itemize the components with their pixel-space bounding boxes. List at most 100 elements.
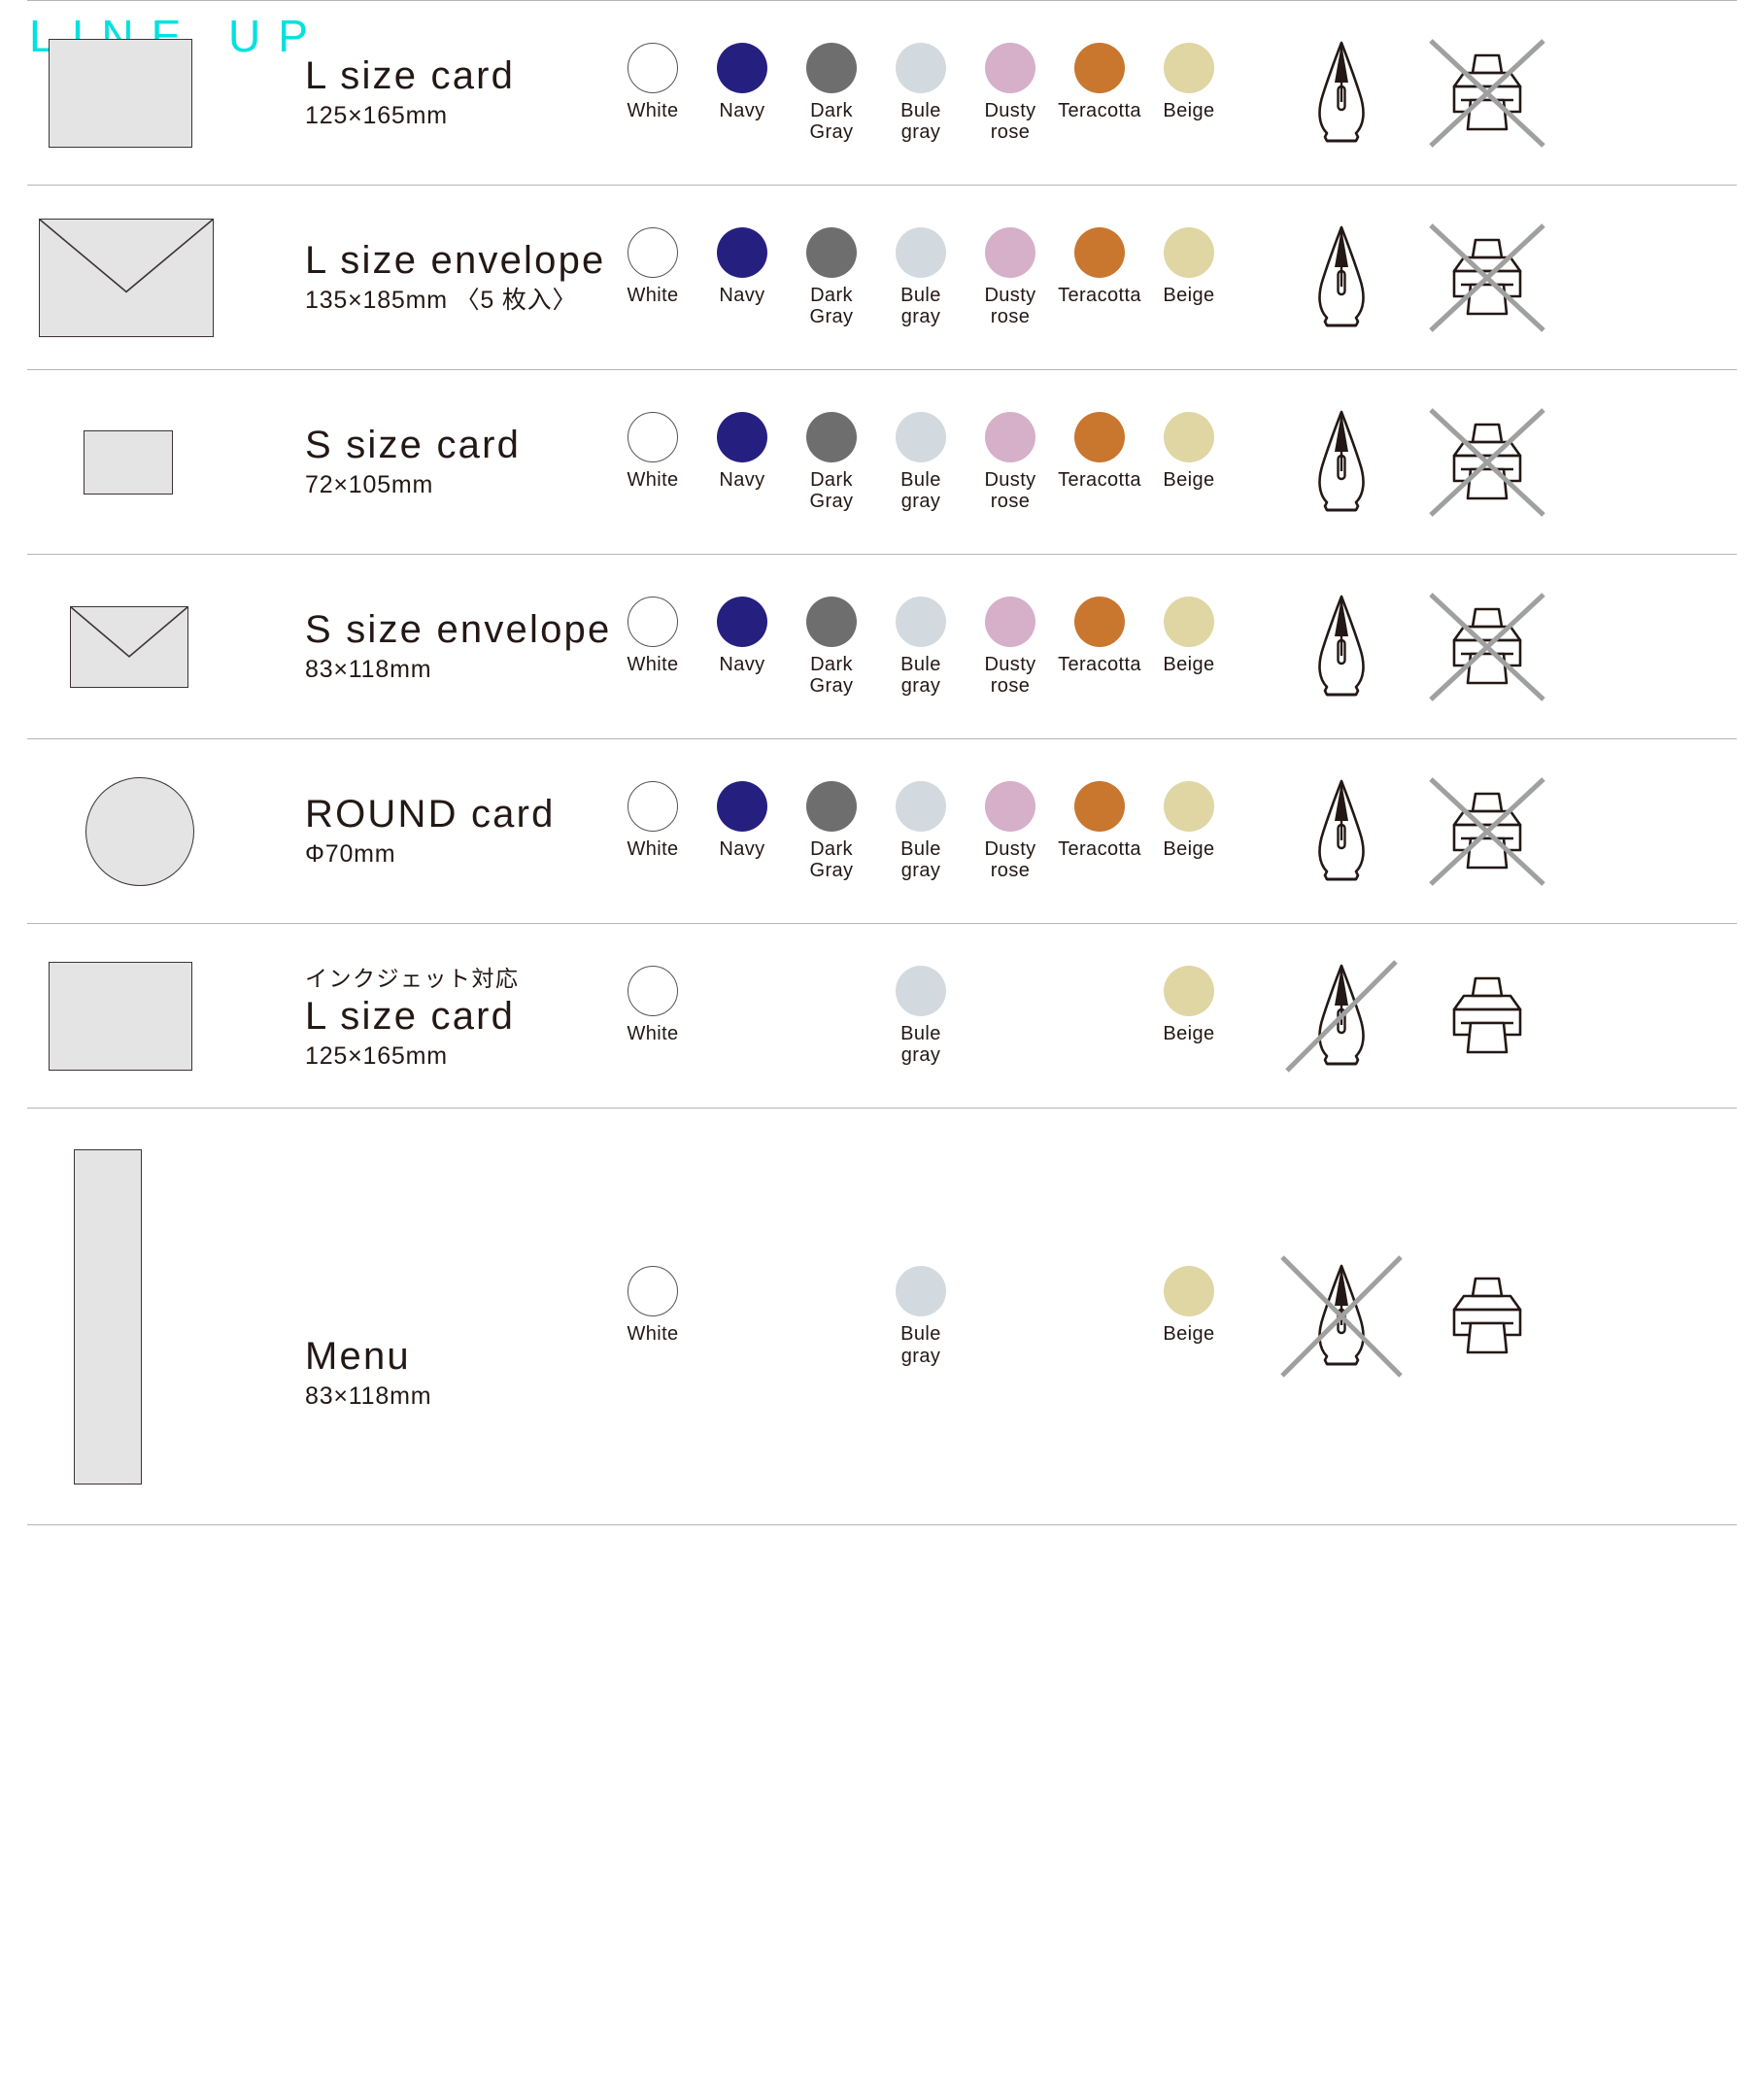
color-dot-dusty_rose [985,226,1035,278]
color-swatch-dark_gray[interactable]: Dark Gray [787,780,876,882]
color-dot-dark_gray [806,596,857,647]
color-label-dusty_rose: Dusty rose [984,653,1036,697]
color-swatch-bule_gray[interactable]: Bule gray [876,965,966,1067]
color-swatch-white[interactable]: White [608,42,697,121]
product-size: 83×118mm [305,1382,432,1411]
color-swatch-dusty_rose[interactable]: Dusty rose [966,780,1055,882]
color-swatch-teracotta[interactable]: Teracotta [1055,780,1144,860]
color-swatch-bule_gray[interactable]: Bule gray [876,411,966,513]
color-dot-navy [717,780,767,832]
compatibility-icons-cell [1230,776,1737,886]
color-dot-white [628,596,678,647]
color-swatch-navy[interactable]: Navy [697,226,787,306]
compatibility-icons-cell [1230,222,1737,332]
pen-nib-icon [1269,594,1414,700]
thumbnail-cell [27,776,291,886]
color-swatch-white[interactable]: White [608,1266,697,1345]
color-swatch-dark_gray[interactable]: Dark Gray [787,42,876,144]
color-swatch-teracotta[interactable]: Teracotta [1055,226,1144,306]
color-dot-bule_gray [896,226,946,278]
color-swatch-dusty_rose[interactable]: Dusty rose [966,226,1055,328]
color-swatch-bule_gray[interactable]: Bule gray [876,596,966,698]
color-swatch-dark_gray[interactable]: Dark Gray [787,226,876,328]
color-swatch-navy[interactable]: Navy [697,780,787,860]
color-swatch-white[interactable]: White [608,780,697,860]
row-pre-label: インクジェット対応 [305,965,520,991]
product-name: L size card [305,53,516,97]
printer-icon-disabled [1414,592,1560,701]
product-size: 125×165mm [305,1041,448,1070]
lineup-table: L size card 125×165mm White Navy Dark Gr… [0,0,1764,1525]
thumbnail-cell [27,605,291,688]
product-size: 125×165mm [305,101,448,129]
color-swatch-navy[interactable]: Navy [697,411,787,491]
color-swatch-bule_gray[interactable]: Bule gray [876,1266,966,1367]
color-label-bule_gray: Bule gray [900,1022,941,1066]
color-dot-navy [717,411,767,462]
color-swatch-beige[interactable]: Beige [1144,411,1234,491]
color-swatch-beige[interactable]: Beige [1144,596,1234,675]
disabled-cross-glyph [1429,776,1545,886]
product-name: S size envelope [305,607,612,651]
color-swatch-beige[interactable]: Beige [1144,42,1234,121]
color-swatch-dusty_rose[interactable]: Dusty rose [966,411,1055,513]
color-label-teracotta: Teracotta [1058,468,1141,491]
color-swatch-navy[interactable]: Navy [697,42,787,121]
color-swatch-navy[interactable]: Navy [697,596,787,675]
color-label-navy: Navy [719,837,765,860]
color-options-cell: White Navy Dark Gray Bule gray Dusty ros… [604,411,1230,513]
color-swatch-dark_gray[interactable]: Dark Gray [787,596,876,698]
color-swatch-white[interactable]: White [608,965,697,1044]
product-size: 83×118mm [305,655,432,683]
color-swatch-dark_gray[interactable]: Dark Gray [787,411,876,513]
color-swatch-bule_gray[interactable]: Bule gray [876,780,966,882]
color-options-cell: White Navy Dark Gray Bule gray Dusty ros… [604,596,1230,698]
color-label-dark_gray: Dark Gray [809,99,854,143]
color-swatch-teracotta[interactable]: Teracotta [1055,42,1144,121]
color-label-dusty_rose: Dusty rose [984,284,1036,327]
color-dot-dark_gray [806,226,857,278]
color-swatch-teracotta[interactable]: Teracotta [1055,596,1144,675]
thumbnail-s-size-card [84,429,173,495]
color-swatch-white[interactable]: White [608,226,697,306]
color-dot-dark_gray [806,780,857,832]
color-swatch-teracotta[interactable]: Teracotta [1055,411,1144,491]
color-slot-empty [966,966,1055,1023]
color-label-bule_gray: Bule gray [900,1323,941,1367]
pen-nib-glyph [1318,410,1365,511]
color-label-white: White [627,99,679,121]
color-swatch-beige[interactable]: Beige [1144,1266,1234,1345]
color-dot-dusty_rose [985,42,1035,93]
color-swatch-beige[interactable]: Beige [1144,965,1234,1044]
lineup-row-s-size-envelope: S size envelope 83×118mm White Navy Dark… [27,554,1737,738]
color-swatch-white[interactable]: White [608,411,697,491]
color-dot-dusty_rose [985,780,1035,832]
product-info-cell: Menu 83×118mm [291,1220,604,1412]
color-dot-bule_gray [896,1266,946,1317]
color-slot-empty [1055,966,1144,1023]
color-swatch-dusty_rose[interactable]: Dusty rose [966,596,1055,698]
color-label-dark_gray: Dark Gray [809,468,854,512]
color-label-white: White [627,1323,679,1346]
pen-nib-glyph [1318,595,1365,696]
color-swatch-beige[interactable]: Beige [1144,780,1234,860]
pen-nib-icon-disabled [1269,959,1414,1073]
product-info-cell: ROUND card Φ70mm [291,793,604,870]
product-info-cell: S size card 72×105mm [291,424,604,500]
printer-icon [1414,974,1560,1058]
product-info-cell: L size envelope 135×185mm 〈5 枚入〉 [291,239,604,316]
color-options-cell: White Bule gray Beige [604,1266,1230,1367]
color-swatch-white[interactable]: White [608,596,697,675]
color-dot-bule_gray [896,780,946,832]
color-swatch-dusty_rose[interactable]: Dusty rose [966,42,1055,144]
color-label-white: White [627,837,679,860]
lineup-row-s-size-card: S size card 72×105mm White Navy Dark Gra… [27,369,1737,554]
color-swatch-bule_gray[interactable]: Bule gray [876,42,966,144]
product-name: ROUND card [305,792,556,836]
color-swatch-bule_gray[interactable]: Bule gray [876,226,966,328]
color-swatch-beige[interactable]: Beige [1144,226,1234,306]
disabled-cross-glyph [1429,222,1545,332]
thumbnail-cell [27,1148,291,1485]
color-label-beige: Beige [1163,1323,1215,1346]
color-dot-beige [1164,226,1214,278]
